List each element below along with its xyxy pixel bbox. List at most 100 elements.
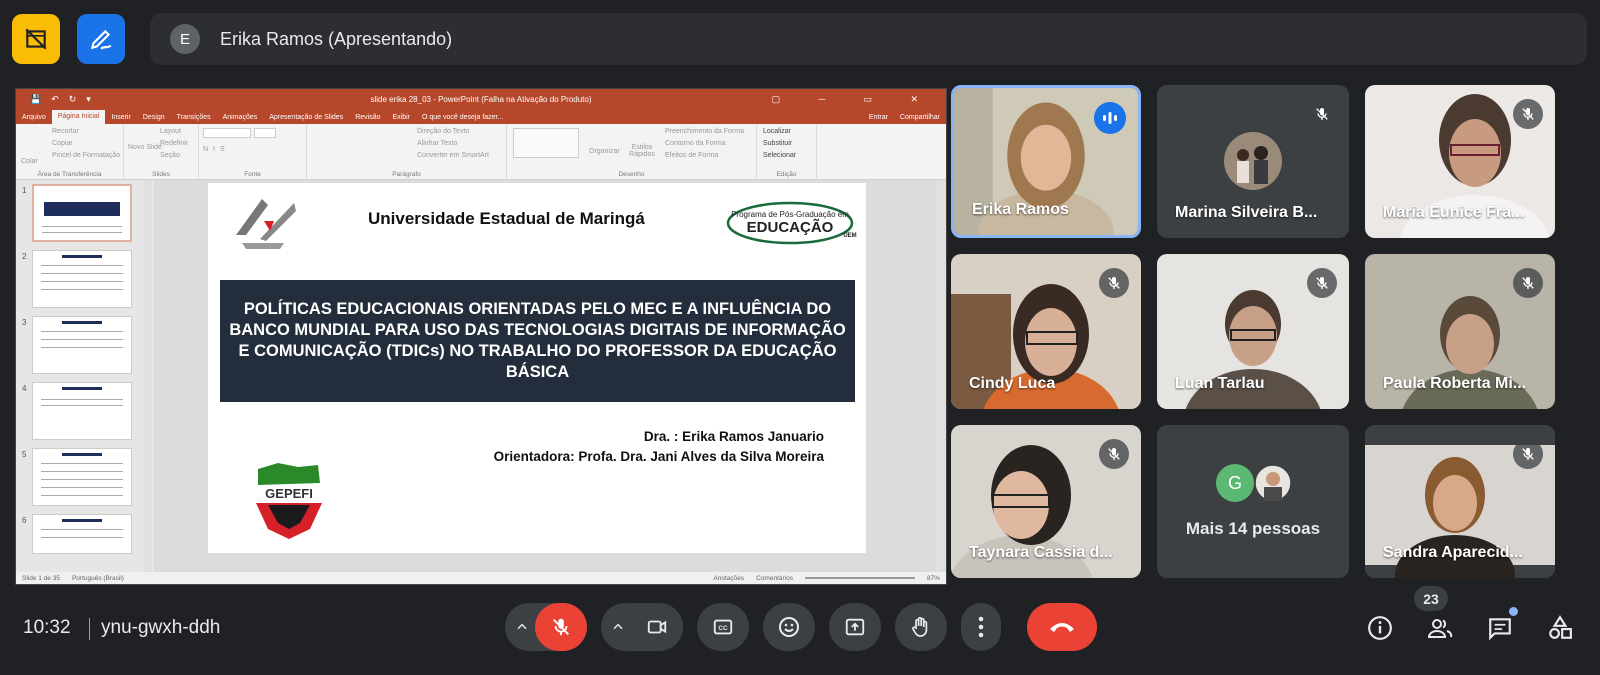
raise-hand-button[interactable]	[895, 603, 947, 651]
participant-tile[interactable]: Paula Roberta Mi...	[1365, 254, 1555, 409]
find-button[interactable]: Localizar	[763, 128, 791, 135]
participant-tile[interactable]: Taynara Cassia d...	[951, 425, 1141, 578]
gepefi-text: GEPEFI	[265, 486, 313, 501]
editing-group: Localizar Substituir Selecionar Edição	[757, 124, 817, 180]
participant-tile[interactable]: Erika Ramos	[951, 85, 1141, 238]
captions-button[interactable]: CC	[697, 603, 749, 651]
slide-thumbnail[interactable]	[32, 184, 132, 242]
muted-indicator	[1099, 439, 1129, 469]
notes-button[interactable]: Anotações	[713, 575, 744, 582]
tell-me-search[interactable]: O que você deseja fazer...	[416, 114, 509, 121]
section-button[interactable]: Seção	[160, 152, 180, 159]
comments-button[interactable]: Comentários	[756, 575, 793, 582]
shape-effects-button[interactable]: Efeitos de Forma	[665, 152, 718, 159]
thumb-number: 1	[22, 186, 27, 195]
mic-off-icon	[1316, 108, 1328, 120]
camera-toggle-button[interactable]	[631, 603, 683, 651]
meeting-controls-bar: 10:32 ynu-gwxh-ddh CC	[0, 600, 1600, 675]
present-screen-button[interactable]	[829, 603, 881, 651]
tab-arquivo[interactable]: Arquivo	[16, 114, 52, 121]
chevron-up-icon[interactable]	[515, 620, 529, 634]
reset-button[interactable]: Redefinir	[160, 140, 188, 147]
more-people-tile[interactable]: G Mais 14 pessoas	[1157, 425, 1349, 578]
mic-off-icon	[1522, 448, 1534, 460]
meeting-details-button[interactable]	[1364, 613, 1396, 643]
ppt-workspace: 1 2 3 4 5 6 Universidade Estadual de Mar…	[16, 180, 946, 572]
program-small-text: Programa de Pós-Graduação em	[731, 210, 849, 219]
clock: 10:32	[23, 617, 71, 638]
thumb-number: 3	[22, 318, 27, 327]
muted-indicator	[1513, 439, 1543, 469]
layout-button[interactable]: Layout	[160, 128, 181, 135]
sign-in-link[interactable]: Entrar	[863, 114, 894, 121]
tab-transicoes[interactable]: Transições	[171, 114, 217, 121]
reactions-button[interactable]	[763, 603, 815, 651]
slide-thumbnail[interactable]	[32, 514, 132, 554]
select-button[interactable]: Selecionar	[763, 152, 796, 159]
participant-name: Luan Tarlau	[1175, 375, 1265, 392]
tab-revisao[interactable]: Revisão	[349, 114, 386, 121]
arrange-button[interactable]: Organizar	[589, 148, 620, 155]
replace-button[interactable]: Substituir	[763, 140, 792, 147]
tab-animacoes[interactable]: Animações	[217, 114, 264, 121]
participant-tile[interactable]: Maria Eunice Fra...	[1365, 85, 1555, 238]
mic-off-icon	[1522, 108, 1534, 120]
annotate-button[interactable]	[77, 14, 125, 64]
program-big-text: EDUCAÇÃO	[747, 218, 834, 236]
meeting-code[interactable]: ynu-gwxh-ddh	[101, 617, 220, 639]
cut-button[interactable]: Recortar	[52, 128, 79, 135]
shapes-gallery[interactable]	[513, 128, 579, 158]
more-vert-icon	[978, 616, 984, 638]
share-button[interactable]: Compartilhar	[894, 114, 946, 121]
font-name-field[interactable]	[203, 128, 251, 138]
shared-screen: 💾↶↻▾ slide erika 28_03 - PowerPoint (Fal…	[15, 88, 947, 585]
tab-pagina-inicial[interactable]: Página Inicial	[51, 110, 106, 124]
leave-call-button[interactable]	[1027, 603, 1097, 651]
muted-indicator	[1513, 268, 1543, 298]
microphone-toggle-button[interactable]	[535, 603, 587, 651]
thumbnail-scrollbar[interactable]	[144, 180, 152, 572]
video-control-group	[601, 603, 683, 651]
slide-thumbnail[interactable]	[32, 316, 132, 374]
window-controls[interactable]: ▢ ─ ▭ ✕	[772, 94, 936, 105]
chevron-up-icon[interactable]	[611, 620, 625, 634]
text-direction-button[interactable]: Direção do Texto	[417, 128, 469, 135]
participant-tile[interactable]: Marina Silveira B...	[1157, 85, 1349, 238]
zoom-slider[interactable]	[804, 577, 915, 579]
thumb-number: 5	[22, 450, 27, 459]
current-slide[interactable]: Universidade Estadual de Maringá Program…	[208, 183, 866, 553]
slide-thumbnail[interactable]	[32, 250, 132, 308]
font-group: NIS Fonte	[199, 124, 307, 180]
new-slide-button[interactable]: Novo Slide	[128, 144, 162, 151]
slide-thumbnail[interactable]	[32, 382, 132, 440]
shape-outline-button[interactable]: Contorno da Forma	[665, 140, 726, 147]
participant-tile[interactable]: Sandra Aparecid...	[1365, 425, 1555, 578]
font-size-field[interactable]	[254, 128, 276, 138]
speaking-indicator	[1094, 102, 1126, 134]
more-options-button[interactable]	[961, 603, 1001, 651]
tab-design[interactable]: Design	[137, 114, 171, 121]
tab-inserir[interactable]: Inserir	[105, 114, 136, 121]
format-painter-button[interactable]: Pincel de Formatação	[52, 152, 120, 159]
language-indicator[interactable]: Português (Brasil)	[72, 575, 124, 582]
shape-fill-button[interactable]: Preenchimento da Forma	[665, 128, 744, 135]
activities-button[interactable]	[1544, 613, 1576, 643]
participant-tile[interactable]: Cindy Luca	[951, 254, 1141, 409]
quick-styles-button[interactable]: Estilos Rápidos	[625, 144, 659, 158]
tab-apresentacao[interactable]: Apresentação de Slides	[263, 114, 349, 121]
slide-thumbnail[interactable]	[32, 448, 132, 506]
align-text-button[interactable]: Alinhar Texto	[417, 140, 457, 147]
chat-button[interactable]	[1484, 607, 1518, 643]
people-button[interactable]	[1424, 613, 1456, 643]
font-format-buttons[interactable]: NIS	[203, 146, 230, 153]
tab-exibir[interactable]: Exibir	[386, 114, 416, 121]
participant-tile[interactable]: Luan Tarlau	[1157, 254, 1349, 409]
paste-button[interactable]: Colar	[21, 158, 38, 165]
present-to-all-icon	[845, 618, 865, 636]
smartart-button[interactable]: Converter em SmartArt	[417, 152, 489, 159]
ppt-status-bar: Slide 1 de 35 Português (Brasil) Anotaçõ…	[16, 572, 946, 584]
copy-button[interactable]: Copiar	[52, 140, 73, 147]
hide-self-view-button[interactable]	[12, 14, 60, 64]
participant-name: Paula Roberta Mi...	[1383, 375, 1527, 392]
slide-scrollbar[interactable]	[936, 180, 946, 572]
